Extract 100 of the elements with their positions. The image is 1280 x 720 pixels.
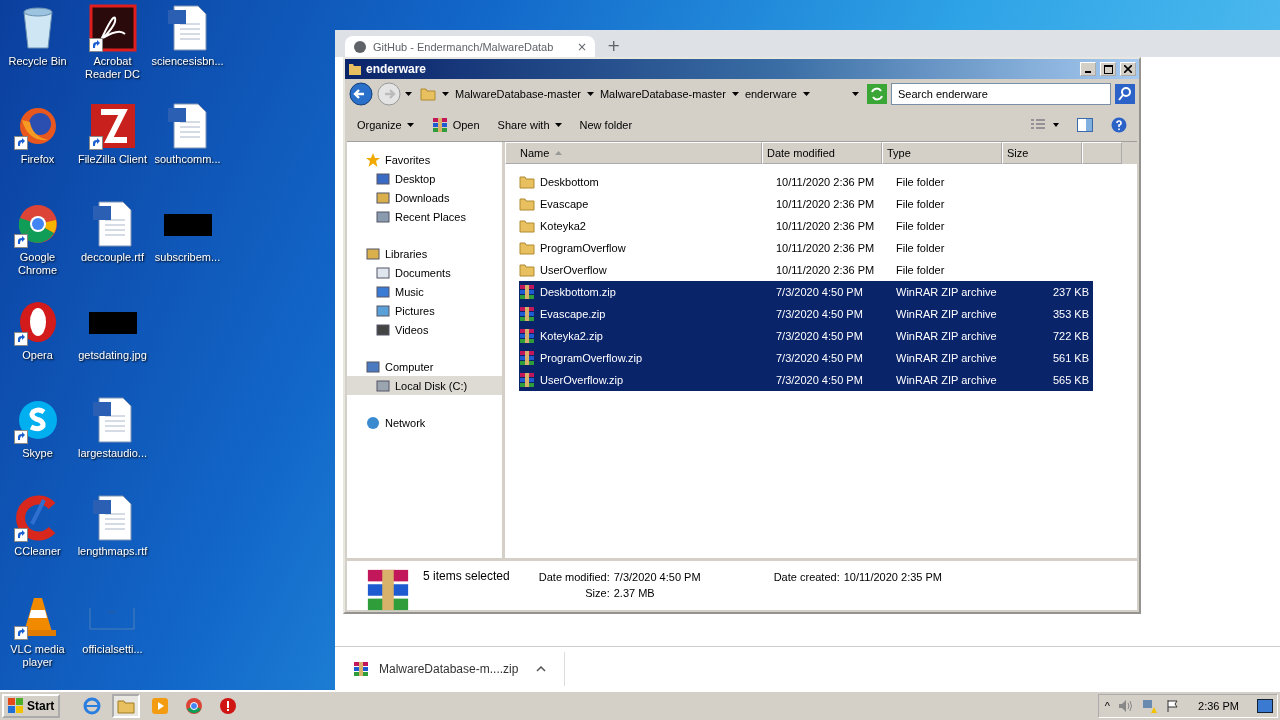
nav-item[interactable]: Libraries <box>347 244 502 263</box>
desktop-icon-label[interactable]: lengthmaps.rtf <box>75 545 150 558</box>
dropdown-caret-icon <box>852 92 859 96</box>
desktop-icon-label[interactable]: officialsetti... <box>75 643 150 656</box>
file-row[interactable]: Evascape 10/11/2020 2:36 PM File folder <box>519 193 1093 215</box>
file-row[interactable]: Deskbottom.zip 7/3/2020 4:50 PM WinRAR ZIP archive 237 KB <box>519 281 1093 303</box>
maximize-button[interactable] <box>1100 62 1116 76</box>
view-options-icon[interactable] <box>1031 119 1059 131</box>
file-row[interactable]: Koteyka2.zip 7/3/2020 4:50 PM WinRAR ZIP archive 722 KB <box>519 325 1093 347</box>
nav-item[interactable]: Documents <box>347 263 502 282</box>
selection-summary: 5 items selected <box>423 569 510 583</box>
column-header[interactable]: Type <box>882 142 1002 164</box>
property-label: Size: <box>584 587 611 599</box>
desktop-icon-label[interactable]: largestaudio... <box>75 447 150 460</box>
taskbar-app-button[interactable] <box>112 694 141 718</box>
column-header[interactable]: Date modified <box>762 142 882 164</box>
archive-icon <box>519 372 535 388</box>
preview-pane-icon[interactable] <box>1077 118 1093 132</box>
nav-item[interactable]: Downloads <box>347 188 502 207</box>
file-row[interactable]: Koteyka2 10/11/2020 2:36 PM File folder <box>519 215 1093 237</box>
new-tab-button[interactable]: + <box>607 38 621 54</box>
archive-icon <box>519 284 535 300</box>
nav-item[interactable]: Videos <box>347 320 502 339</box>
nav-item[interactable]: Recent Places <box>347 207 502 226</box>
windows-logo-icon <box>8 698 24 714</box>
clock[interactable]: 2:36 PM <box>1198 700 1239 712</box>
property-label: Date modified: <box>537 571 611 583</box>
nav-item[interactable]: Pictures <box>347 301 502 320</box>
desktop-icon-label[interactable]: Skype <box>0 447 75 460</box>
file-row[interactable]: ProgramOverflow.zip 7/3/2020 4:50 PM WinRAR ZIP archive 561 KB <box>519 347 1093 369</box>
desktop-icon-label[interactable]: Opera <box>0 349 75 362</box>
archive-icon <box>353 660 369 677</box>
filezilla-icon <box>88 102 137 150</box>
search-field[interactable]: Search enderware <box>891 83 1111 105</box>
column-header[interactable]: Size <box>1002 142 1082 164</box>
refresh-button[interactable] <box>867 84 887 104</box>
desktop-icon-label[interactable]: deccouple.rtf <box>75 251 150 264</box>
start-button[interactable]: Start <box>2 694 61 718</box>
caret-icon <box>731 92 739 96</box>
toolbar-button[interactable]: New folder <box>579 117 633 133</box>
column-header[interactable]: Name <box>505 142 762 164</box>
desktop-icon-label[interactable]: Google Chrome <box>0 251 75 277</box>
desktop-icon-label[interactable]: subscribem... <box>150 251 225 264</box>
maximize-icon <box>1103 64 1113 74</box>
property-label: Date created: <box>772 571 841 583</box>
caret-icon <box>802 92 810 96</box>
media-player-icon <box>151 697 170 715</box>
nav-item[interactable]: Desktop <box>347 169 502 188</box>
desktop-icon-label[interactable]: Recycle Bin <box>0 55 75 68</box>
file-row[interactable]: UserOverflow.zip 7/3/2020 4:50 PM WinRAR ZIP archive 565 KB <box>519 369 1093 391</box>
breadcrumb-item[interactable]: MalwareDatabase-master <box>599 88 726 100</box>
minimize-button[interactable] <box>1080 62 1096 76</box>
nav-item[interactable]: Computer <box>347 357 502 376</box>
file-row[interactable]: Deskbottom 10/11/2020 2:36 PM File folder <box>519 171 1093 193</box>
sort-arrow-icon <box>555 151 563 155</box>
desktop-icon-label[interactable]: southcomm... <box>150 153 225 166</box>
search-icon[interactable] <box>1115 84 1135 104</box>
archive-icon <box>519 350 535 366</box>
close-tab-button[interactable]: × <box>576 40 587 53</box>
help-icon[interactable] <box>1111 117 1127 133</box>
desktop-icon-label[interactable]: Firefox <box>0 153 75 166</box>
property-value: 2.37 MB <box>613 587 656 599</box>
breadcrumb-item[interactable]: enderware <box>744 88 797 100</box>
desktop-icon-label[interactable]: getsdating.jpg <box>75 349 150 362</box>
archive-icon <box>431 117 448 133</box>
desktop-icon-label[interactable]: CCleaner <box>0 545 75 558</box>
desktop-icon-label[interactable]: VLC media player <box>0 643 75 669</box>
caret-icon <box>442 92 449 96</box>
desktop-icon-label[interactable]: FileZilla Client <box>75 153 150 166</box>
flag-icon[interactable] <box>1166 699 1181 713</box>
file-row[interactable]: ProgramOverflow 10/11/2020 2:36 PM File folder <box>519 237 1093 259</box>
close-button[interactable] <box>1120 62 1136 76</box>
acrobat-icon <box>88 4 137 52</box>
toolbar-button[interactable]: Share with <box>497 117 562 133</box>
chevron-up-icon <box>536 665 546 672</box>
file-row[interactable]: Evascape.zip 7/3/2020 4:50 PM WinRAR ZIP archive 353 KB <box>519 303 1093 325</box>
show-desktop-icon[interactable] <box>1257 699 1273 713</box>
nav-item[interactable]: Favorites <box>347 150 502 169</box>
browser-tab[interactable]: GitHub - Endermanch/MalwareDatab × <box>345 36 595 57</box>
nav-item[interactable]: Network <box>347 413 502 432</box>
toolbar-button[interactable]: Organize <box>357 117 414 133</box>
breadcrumb-item[interactable]: MalwareDatabase-master <box>455 88 581 100</box>
close-icon <box>1124 65 1132 73</box>
file-row[interactable]: UserOverflow 10/11/2020 2:36 PM File folder <box>519 259 1093 281</box>
desktop-icon-label[interactable]: sciencesisbn... <box>150 55 225 68</box>
blank-thumbnail-icon <box>88 608 135 630</box>
chrome-icon <box>185 697 204 715</box>
nav-item[interactable]: Local Disk (C:) <box>347 376 502 395</box>
ie-icon <box>83 697 102 715</box>
property-value: 7/3/2020 4:50 PM <box>613 571 702 583</box>
tray-chevron-button[interactable]: ^ <box>1104 700 1111 712</box>
download-item[interactable]: MalwareDatabase-m....zip <box>335 651 565 686</box>
toolbar-button[interactable]: Open <box>431 115 480 135</box>
archive-icon <box>519 328 535 344</box>
desktop-icon-label[interactable]: Acrobat Reader DC <box>75 55 150 81</box>
back-button[interactable] <box>349 82 373 106</box>
caret-icon <box>554 123 562 127</box>
nav-item[interactable]: Music <box>347 282 502 301</box>
archive-icon <box>519 306 535 322</box>
property-value: 10/11/2020 2:35 PM <box>843 571 942 583</box>
